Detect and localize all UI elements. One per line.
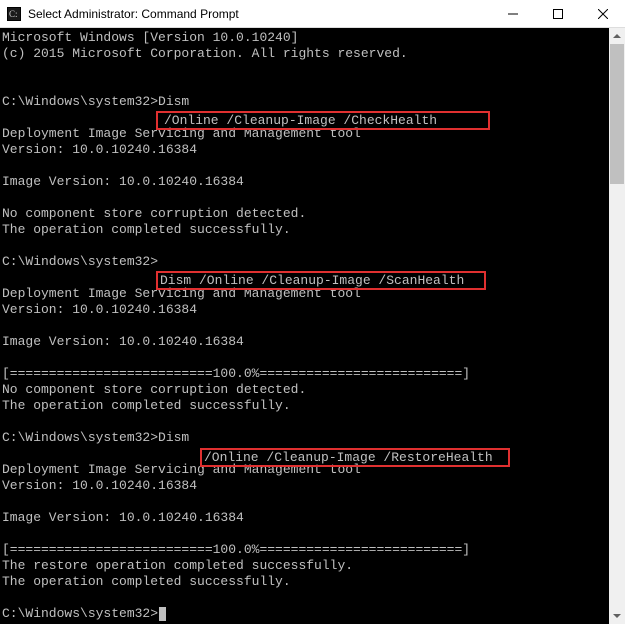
window-title: Select Administrator: Command Prompt	[28, 7, 490, 21]
os-header-2: (c) 2015 Microsoft Corporation. All righ…	[2, 46, 408, 61]
prompt-1-cmd: Dism	[158, 94, 197, 109]
scroll-down-button[interactable]	[609, 608, 625, 624]
svg-text:C:: C:	[9, 9, 18, 19]
highlight-checkhealth: /Online /Cleanup-Image /CheckHealth	[156, 111, 490, 130]
scroll-thumb[interactable]	[610, 44, 624, 184]
prompt-2-path: C:\Windows\system32>	[2, 254, 158, 269]
window-controls	[490, 0, 625, 27]
close-button[interactable]	[580, 0, 625, 28]
highlight-restorehealth: /Online /Cleanup-Image /RestoreHealth	[200, 448, 510, 467]
console-area: Microsoft Windows [Version 10.0.10240] (…	[0, 28, 625, 624]
console-output[interactable]: Microsoft Windows [Version 10.0.10240] (…	[0, 28, 609, 624]
result-1: No component store corruption detected.	[2, 206, 306, 221]
prompt-3-cmd: Dism	[158, 430, 197, 445]
dism-version: Version: 10.0.10240.16384	[2, 142, 197, 157]
progress-1: [==========================100.0%=======…	[2, 366, 470, 381]
prompt-3-path: C:\Windows\system32>	[2, 430, 158, 445]
result-2: No component store corruption detected.	[2, 382, 306, 397]
success-1: The operation completed successfully.	[2, 222, 291, 237]
minimize-button[interactable]	[490, 0, 535, 28]
command-prompt-window: C: Select Administrator: Command Prompt …	[0, 0, 625, 609]
progress-2: [==========================100.0%=======…	[2, 542, 470, 557]
dism-version-3: Version: 10.0.10240.16384	[2, 478, 197, 493]
final-prompt: C:\Windows\system32>	[2, 606, 158, 621]
highlight-scanhealth: Dism /Online /Cleanup-Image /ScanHealth	[156, 271, 486, 290]
maximize-button[interactable]	[535, 0, 580, 28]
os-header-1: Microsoft Windows [Version 10.0.10240]	[2, 30, 298, 45]
success-3: The operation completed successfully.	[2, 574, 291, 589]
dism-version-2: Version: 10.0.10240.16384	[2, 302, 197, 317]
prompt-1-path: C:\Windows\system32>	[2, 94, 158, 109]
vertical-scrollbar[interactable]	[609, 28, 625, 624]
image-version-2: Image Version: 10.0.10240.16384	[2, 334, 244, 349]
scroll-up-button[interactable]	[609, 28, 625, 44]
image-version-3: Image Version: 10.0.10240.16384	[2, 510, 244, 525]
cmd-icon: C:	[6, 6, 22, 22]
restore-success: The restore operation completed successf…	[2, 558, 353, 573]
titlebar[interactable]: C: Select Administrator: Command Prompt	[0, 0, 625, 28]
image-version-1: Image Version: 10.0.10240.16384	[2, 174, 244, 189]
cursor	[159, 607, 166, 621]
success-2: The operation completed successfully.	[2, 398, 291, 413]
